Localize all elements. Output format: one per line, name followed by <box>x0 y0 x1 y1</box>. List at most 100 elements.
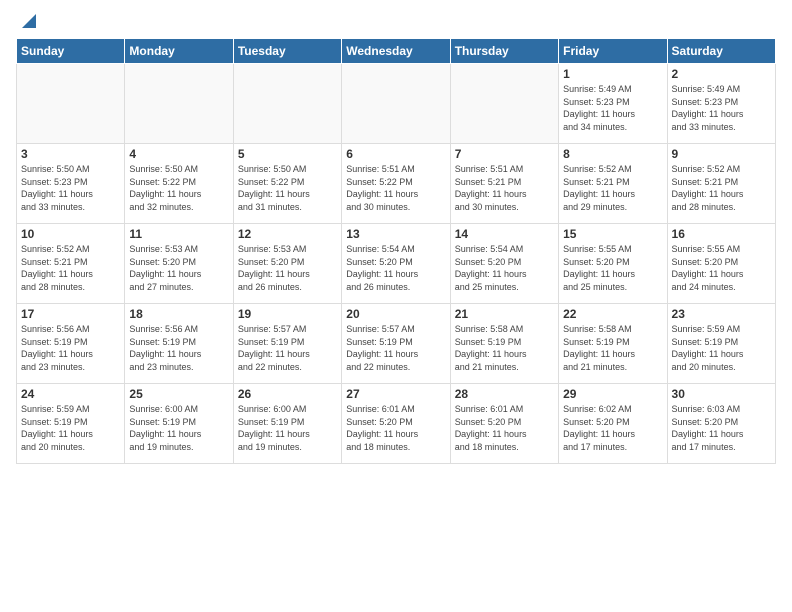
day-info: Sunrise: 5:52 AM Sunset: 5:21 PM Dayligh… <box>672 163 771 213</box>
day-number: 8 <box>563 147 662 161</box>
calendar-cell: 5 Sunrise: 5:50 AM Sunset: 5:22 PM Daylig… <box>233 144 341 224</box>
calendar-cell: 22 Sunrise: 5:58 AM Sunset: 5:19 PM Dayli… <box>559 304 667 384</box>
calendar-cell <box>125 64 233 144</box>
weekday-header-monday: Monday <box>125 39 233 64</box>
calendar-cell <box>450 64 558 144</box>
day-info: Sunrise: 5:59 AM Sunset: 5:19 PM Dayligh… <box>21 403 120 453</box>
calendar-cell <box>342 64 450 144</box>
day-info: Sunrise: 5:49 AM Sunset: 5:23 PM Dayligh… <box>563 83 662 133</box>
calendar-week-1: 1 Sunrise: 5:49 AM Sunset: 5:23 PM Daylig… <box>17 64 776 144</box>
day-number: 21 <box>455 307 554 321</box>
calendar-week-3: 10Sunrise: 5:52 AM Sunset: 5:21 PM Dayli… <box>17 224 776 304</box>
day-info: Sunrise: 5:57 AM Sunset: 5:19 PM Dayligh… <box>346 323 445 373</box>
weekday-header-sunday: Sunday <box>17 39 125 64</box>
calendar-cell: 2Sunrise: 5:49 AM Sunset: 5:23 PM Daylig… <box>667 64 775 144</box>
page: SundayMondayTuesdayWednesdayThursdayFrid… <box>0 0 792 612</box>
day-number: 25 <box>129 387 228 401</box>
day-info: Sunrise: 5:51 AM Sunset: 5:21 PM Dayligh… <box>455 163 554 213</box>
day-number: 28 <box>455 387 554 401</box>
day-number: 26 <box>238 387 337 401</box>
calendar-cell: 10Sunrise: 5:52 AM Sunset: 5:21 PM Dayli… <box>17 224 125 304</box>
calendar-cell: 14 Sunrise: 5:54 AM Sunset: 5:20 PM Dayli… <box>450 224 558 304</box>
day-info: Sunrise: 6:01 AM Sunset: 5:20 PM Dayligh… <box>455 403 554 453</box>
day-info: Sunrise: 5:59 AM Sunset: 5:19 PM Dayligh… <box>672 323 771 373</box>
day-info: Sunrise: 5:58 AM Sunset: 5:19 PM Dayligh… <box>563 323 662 373</box>
day-number: 15 <box>563 227 662 241</box>
weekday-header-thursday: Thursday <box>450 39 558 64</box>
calendar-cell: 1 Sunrise: 5:49 AM Sunset: 5:23 PM Daylig… <box>559 64 667 144</box>
day-info: Sunrise: 6:03 AM Sunset: 5:20 PM Dayligh… <box>672 403 771 453</box>
day-number: 4 <box>129 147 228 161</box>
calendar-cell: 28 Sunrise: 6:01 AM Sunset: 5:20 PM Dayli… <box>450 384 558 464</box>
calendar-cell: 16 Sunrise: 5:55 AM Sunset: 5:20 PM Dayli… <box>667 224 775 304</box>
calendar-week-2: 3 Sunrise: 5:50 AM Sunset: 5:23 PM Daylig… <box>17 144 776 224</box>
calendar-cell: 20 Sunrise: 5:57 AM Sunset: 5:19 PM Dayli… <box>342 304 450 384</box>
calendar-cell: 25 Sunrise: 6:00 AM Sunset: 5:19 PM Dayli… <box>125 384 233 464</box>
day-info: Sunrise: 6:00 AM Sunset: 5:19 PM Dayligh… <box>238 403 337 453</box>
day-number: 30 <box>672 387 771 401</box>
day-info: Sunrise: 5:55 AM Sunset: 5:20 PM Dayligh… <box>563 243 662 293</box>
calendar-cell: 17 Sunrise: 5:56 AM Sunset: 5:19 PM Dayli… <box>17 304 125 384</box>
calendar-cell <box>17 64 125 144</box>
day-info: Sunrise: 5:50 AM Sunset: 5:22 PM Dayligh… <box>238 163 337 213</box>
calendar-cell: 9 Sunrise: 5:52 AM Sunset: 5:21 PM Daylig… <box>667 144 775 224</box>
day-number: 19 <box>238 307 337 321</box>
day-number: 11 <box>129 227 228 241</box>
day-info: Sunrise: 6:02 AM Sunset: 5:20 PM Dayligh… <box>563 403 662 453</box>
calendar-cell: 4 Sunrise: 5:50 AM Sunset: 5:22 PM Daylig… <box>125 144 233 224</box>
day-info: Sunrise: 5:52 AM Sunset: 5:21 PM Dayligh… <box>21 243 120 293</box>
day-info: Sunrise: 5:50 AM Sunset: 5:23 PM Dayligh… <box>21 163 120 213</box>
day-number: 27 <box>346 387 445 401</box>
calendar-cell: 24 Sunrise: 5:59 AM Sunset: 5:19 PM Dayli… <box>17 384 125 464</box>
day-number: 6 <box>346 147 445 161</box>
calendar-cell: 19 Sunrise: 5:57 AM Sunset: 5:19 PM Dayli… <box>233 304 341 384</box>
day-number: 29 <box>563 387 662 401</box>
calendar-cell: 30 Sunrise: 6:03 AM Sunset: 5:20 PM Dayli… <box>667 384 775 464</box>
calendar-cell: 18Sunrise: 5:56 AM Sunset: 5:19 PM Dayli… <box>125 304 233 384</box>
day-number: 22 <box>563 307 662 321</box>
day-number: 14 <box>455 227 554 241</box>
calendar-cell: 29 Sunrise: 6:02 AM Sunset: 5:20 PM Dayli… <box>559 384 667 464</box>
day-info: Sunrise: 5:58 AM Sunset: 5:19 PM Dayligh… <box>455 323 554 373</box>
calendar-week-4: 17 Sunrise: 5:56 AM Sunset: 5:19 PM Dayli… <box>17 304 776 384</box>
day-info: Sunrise: 5:56 AM Sunset: 5:19 PM Dayligh… <box>129 323 228 373</box>
calendar-cell: 27 Sunrise: 6:01 AM Sunset: 5:20 PM Dayli… <box>342 384 450 464</box>
weekday-header-saturday: Saturday <box>667 39 775 64</box>
day-number: 1 <box>563 67 662 81</box>
day-number: 5 <box>238 147 337 161</box>
weekday-header-row: SundayMondayTuesdayWednesdayThursdayFrid… <box>17 39 776 64</box>
day-info: Sunrise: 5:51 AM Sunset: 5:22 PM Dayligh… <box>346 163 445 213</box>
day-info: Sunrise: 5:53 AM Sunset: 5:20 PM Dayligh… <box>238 243 337 293</box>
day-info: Sunrise: 5:54 AM Sunset: 5:20 PM Dayligh… <box>455 243 554 293</box>
day-info: Sunrise: 6:01 AM Sunset: 5:20 PM Dayligh… <box>346 403 445 453</box>
day-info: Sunrise: 5:50 AM Sunset: 5:22 PM Dayligh… <box>129 163 228 213</box>
calendar-cell: 23Sunrise: 5:59 AM Sunset: 5:19 PM Dayli… <box>667 304 775 384</box>
day-info: Sunrise: 6:00 AM Sunset: 5:19 PM Dayligh… <box>129 403 228 453</box>
weekday-header-tuesday: Tuesday <box>233 39 341 64</box>
calendar-cell: 13Sunrise: 5:54 AM Sunset: 5:20 PM Dayli… <box>342 224 450 304</box>
calendar-cell: 21 Sunrise: 5:58 AM Sunset: 5:19 PM Dayli… <box>450 304 558 384</box>
weekday-header-wednesday: Wednesday <box>342 39 450 64</box>
calendar-cell <box>233 64 341 144</box>
logo-triangle-icon <box>18 10 40 32</box>
day-info: Sunrise: 5:53 AM Sunset: 5:20 PM Dayligh… <box>129 243 228 293</box>
calendar-table: SundayMondayTuesdayWednesdayThursdayFrid… <box>16 38 776 464</box>
day-number: 3 <box>21 147 120 161</box>
weekday-header-friday: Friday <box>559 39 667 64</box>
day-info: Sunrise: 5:56 AM Sunset: 5:19 PM Dayligh… <box>21 323 120 373</box>
day-number: 2 <box>672 67 771 81</box>
day-number: 12 <box>238 227 337 241</box>
day-number: 24 <box>21 387 120 401</box>
calendar-cell: 11 Sunrise: 5:53 AM Sunset: 5:20 PM Dayli… <box>125 224 233 304</box>
day-info: Sunrise: 5:54 AM Sunset: 5:20 PM Dayligh… <box>346 243 445 293</box>
day-number: 17 <box>21 307 120 321</box>
day-number: 20 <box>346 307 445 321</box>
day-info: Sunrise: 5:55 AM Sunset: 5:20 PM Dayligh… <box>672 243 771 293</box>
calendar-cell: 12 Sunrise: 5:53 AM Sunset: 5:20 PM Dayli… <box>233 224 341 304</box>
day-info: Sunrise: 5:57 AM Sunset: 5:19 PM Dayligh… <box>238 323 337 373</box>
calendar-cell: 26 Sunrise: 6:00 AM Sunset: 5:19 PM Dayli… <box>233 384 341 464</box>
calendar-cell: 15 Sunrise: 5:55 AM Sunset: 5:20 PM Dayli… <box>559 224 667 304</box>
day-number: 9 <box>672 147 771 161</box>
calendar-week-5: 24 Sunrise: 5:59 AM Sunset: 5:19 PM Dayli… <box>17 384 776 464</box>
day-number: 16 <box>672 227 771 241</box>
